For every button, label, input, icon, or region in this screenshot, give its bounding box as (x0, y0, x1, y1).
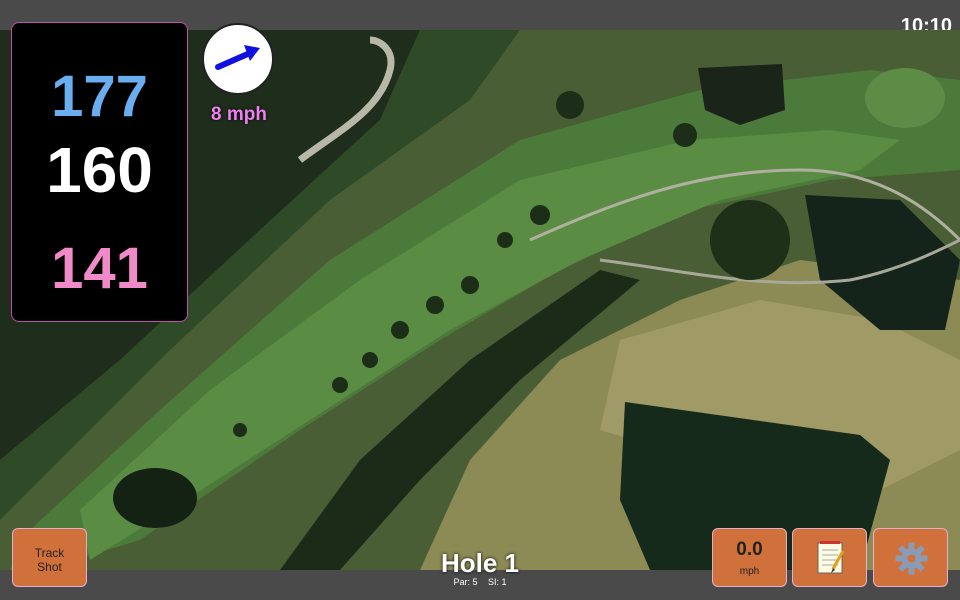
speed-value: 0.0 (736, 539, 763, 560)
scorecard-notes-button[interactable] (792, 528, 867, 587)
settings-button[interactable] (873, 528, 948, 587)
distance-panel: 177 160 141 (11, 22, 188, 322)
wind-arrow-icon (215, 45, 260, 70)
track-shot-label-line2: Shot (37, 560, 62, 574)
wind-indicator (202, 23, 274, 95)
speed-button[interactable]: 0.0 mph (712, 528, 787, 587)
notepad-icon (817, 541, 845, 574)
track-shot-label-line1: Track (34, 546, 65, 560)
gear-icon (895, 542, 928, 575)
back-distance: 177 (51, 64, 148, 129)
hole-stroke-index: SI: 1 (488, 577, 507, 587)
hole-par: Par: 5 (453, 577, 478, 587)
wind-speed: 8 mph (211, 104, 267, 125)
track-shot-button[interactable]: Track Shot (12, 528, 87, 587)
hole-info: Par: 5 SI: 1 (380, 577, 580, 587)
middle-distance: 160 (46, 134, 153, 206)
hole-title: Hole 1 (440, 548, 520, 578)
speed-unit: mph (739, 566, 760, 577)
front-distance: 141 (51, 236, 148, 301)
